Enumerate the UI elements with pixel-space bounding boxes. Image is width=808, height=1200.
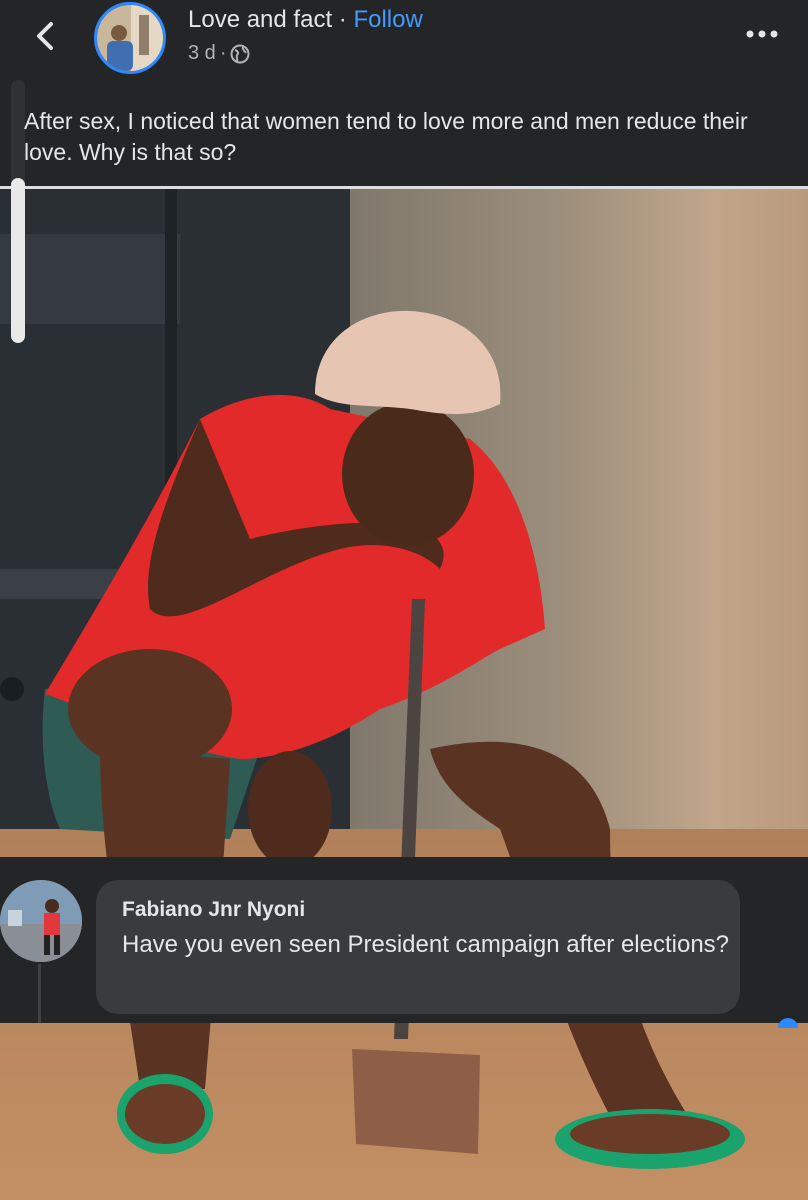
post-header: Love and fact · Follow 3 d · [0,0,808,80]
chevron-left-icon[interactable] [28,16,64,56]
follow-button[interactable]: Follow [353,6,422,33]
commenter-avatar[interactable] [0,880,82,962]
post-body: After sex, I noticed that women tend to … [0,80,808,186]
comment-author[interactable]: Fabiano Jnr Nyoni [122,898,305,922]
photo-divider [0,186,808,189]
scrollbar-thumb[interactable] [11,178,25,343]
page-avatar[interactable] [94,2,166,74]
post-text: After sex, I noticed that women tend to … [24,108,748,165]
post-age[interactable]: 3 d [188,42,216,65]
comment-thread-line [38,964,41,1023]
meta-dot: · [219,42,227,64]
page-name-line: Love and fact · Follow [188,6,423,34]
post-meta: 3 d · [188,42,250,65]
post-photo[interactable] [0,189,808,1200]
globe-icon [230,44,250,63]
more-options-icon[interactable] [742,24,782,44]
page-name-link[interactable]: Love and fact [188,6,332,33]
comment-text: Have you even seen President campaign af… [122,931,730,958]
name-separator: · [332,6,354,33]
